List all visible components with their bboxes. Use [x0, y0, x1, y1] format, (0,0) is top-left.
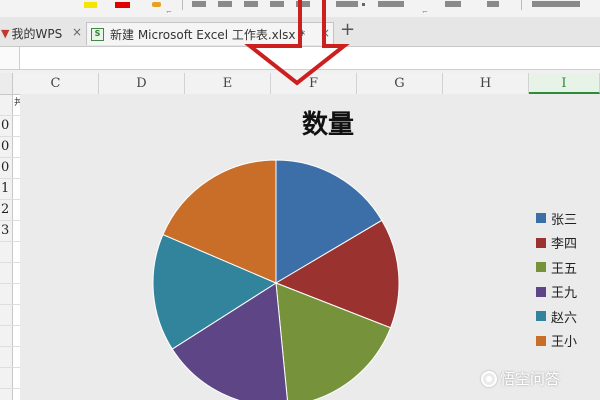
name-box[interactable] — [0, 47, 20, 69]
chart-legend[interactable]: 张三李四王五王九赵六王小 — [536, 206, 598, 353]
wukong-logo-icon — [481, 370, 497, 387]
align-top-icon[interactable] — [192, 1, 206, 7]
legend-item-6[interactable]: 王小 — [536, 329, 598, 354]
grid-line — [0, 262, 20, 263]
align-center-icon[interactable] — [296, 1, 310, 7]
formula-input[interactable] — [20, 47, 600, 69]
row-value: 0 — [1, 139, 10, 154]
grid-line — [0, 325, 20, 326]
column-header-h[interactable]: H — [443, 73, 529, 94]
legend-item-4[interactable]: 王九 — [536, 280, 598, 305]
grid-line — [0, 367, 20, 368]
legend-item-2[interactable]: 李四 — [536, 231, 598, 256]
legend-label: 王小 — [551, 335, 578, 351]
watermark: 悟空问答 — [481, 368, 560, 389]
wrap-text-button[interactable] — [378, 1, 404, 7]
tab-my-wps[interactable]: ▼ 我的WPS × — [0, 22, 86, 45]
number-format-icon[interactable] — [445, 1, 461, 7]
grid-line — [0, 346, 20, 347]
grid-line — [0, 283, 20, 284]
column-header-e[interactable]: E — [185, 73, 271, 94]
excel-file-icon: S — [91, 27, 104, 41]
tab-workbook-label: 新建 Microsoft Excel 工作表.xlsx * — [110, 27, 306, 42]
grid-line — [0, 241, 20, 242]
table-style-button[interactable] — [532, 1, 580, 7]
row-value: 0 — [1, 118, 10, 133]
column-header-c[interactable]: C — [13, 73, 99, 94]
format-painter-icon[interactable] — [152, 2, 161, 7]
row-value: 3 — [1, 223, 10, 238]
legend-label: 王五 — [551, 261, 578, 277]
legend-swatch — [536, 311, 546, 322]
wps-spreadsheet-window: ⌐ ⌐ ▼ 我的WPS × S 新建 Microsoft Excel 工作表.x… — [0, 0, 600, 400]
row-value: 1 — [1, 181, 10, 196]
font-color-swatch[interactable] — [115, 2, 130, 8]
column-header-g[interactable]: G — [357, 73, 443, 94]
merge-dropdown-icon[interactable] — [362, 3, 365, 6]
column-header-i[interactable]: I — [529, 73, 600, 94]
highlight-color-swatch[interactable] — [84, 2, 97, 8]
ribbon-separator — [521, 0, 522, 10]
legend-swatch — [536, 213, 546, 224]
legend-item-1[interactable]: 张三 — [536, 206, 598, 231]
column-header-d[interactable]: D — [99, 73, 185, 94]
align-middle-icon[interactable] — [218, 1, 232, 7]
legend-item-3[interactable]: 王五 — [536, 255, 598, 280]
legend-swatch — [536, 262, 546, 273]
align-left-icon[interactable] — [270, 1, 284, 7]
legend-item-5[interactable]: 赵六 — [536, 304, 598, 329]
merge-center-button[interactable] — [336, 1, 358, 7]
ribbon-separator — [182, 0, 183, 10]
legend-swatch — [536, 237, 546, 248]
alignment-launcher-icon[interactable]: ⌐ — [422, 9, 428, 16]
legend-label: 李四 — [551, 237, 578, 253]
legend-label: 赵六 — [551, 310, 578, 326]
grid-line — [0, 388, 20, 389]
tab-workbook[interactable]: S 新建 Microsoft Excel 工作表.xlsx * × — [86, 22, 334, 45]
row-value: 2 — [1, 202, 10, 217]
legend-swatch — [536, 335, 546, 346]
pie-chart[interactable]: 数量 张三 李四 王五 王九 赵六 王小 — [20, 94, 600, 400]
new-tab-button[interactable]: + — [340, 19, 355, 40]
pie-plot-area[interactable] — [20, 94, 600, 400]
ribbon-toolbar: ⌐ ⌐ — [0, 0, 600, 18]
font-launcher-icon[interactable]: ⌐ — [166, 9, 172, 16]
close-tab-icon[interactable]: × — [320, 26, 330, 40]
column-header-f[interactable]: F — [271, 73, 357, 94]
legend-label: 王九 — [551, 286, 578, 302]
legend-swatch — [536, 286, 546, 297]
document-tab-bar: ▼ 我的WPS × S 新建 Microsoft Excel 工作表.xlsx … — [0, 17, 600, 47]
formula-bar — [0, 47, 600, 70]
legend-label: 张三 — [551, 212, 578, 228]
select-all-corner[interactable] — [0, 73, 13, 94]
watermark-text: 悟空问答 — [500, 370, 561, 388]
percent-icon[interactable] — [487, 1, 499, 7]
align-bottom-icon[interactable] — [244, 1, 258, 7]
tab-my-wps-label: 我的WPS — [11, 27, 63, 41]
grid-line — [0, 304, 20, 305]
close-tab-icon[interactable]: × — [72, 25, 82, 39]
wps-logo-icon: ▼ — [1, 27, 10, 40]
row-value: 0 — [1, 160, 10, 175]
column-headers: C D E F G H I — [0, 73, 600, 95]
